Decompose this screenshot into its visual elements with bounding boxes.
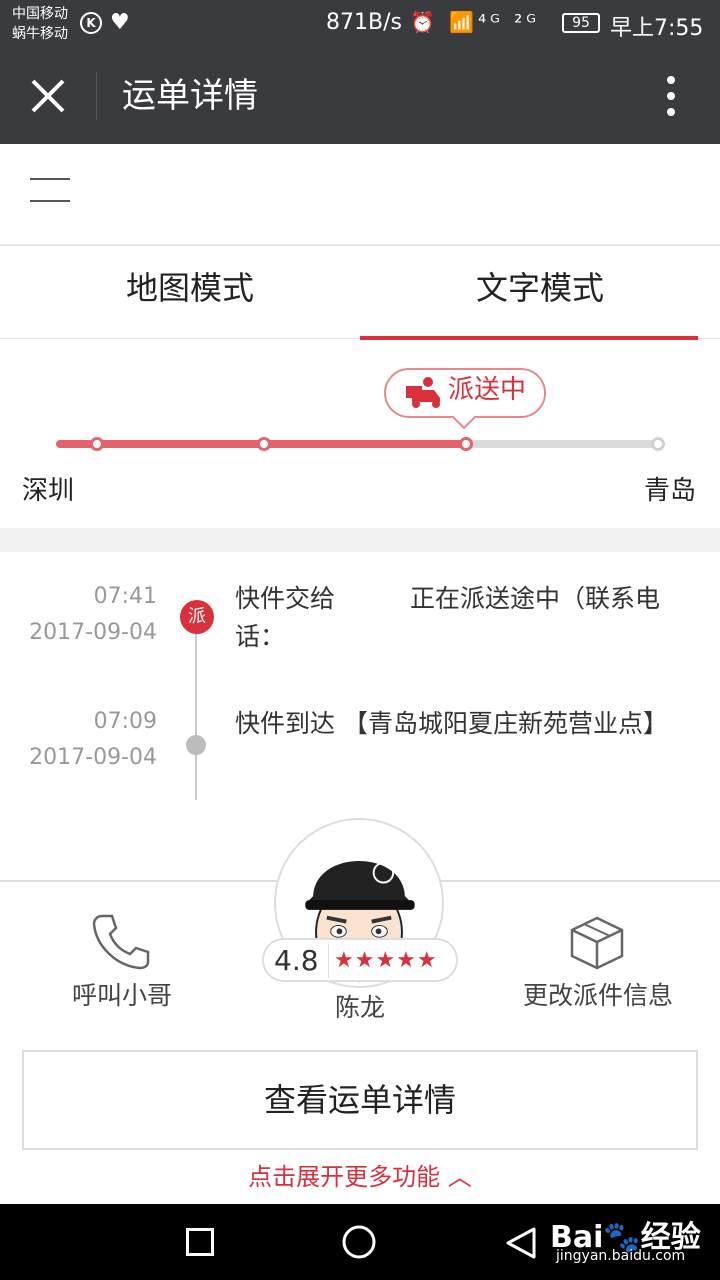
menu-icon[interactable] [30,178,70,206]
courier-name: 陈龙 [334,993,385,1022]
progress-node [90,437,104,451]
status-label: 派送中 [448,375,527,405]
call-courier-button[interactable]: 呼叫小哥 [62,976,182,1012]
delivery-scooter-icon [406,377,440,408]
star-icons: ★★★★★ [334,948,438,973]
destination-city: 青岛 [644,476,697,506]
package-box-icon[interactable] [568,914,626,970]
title-bar: 运单详情 [0,48,720,144]
health-icon: ♥ [110,10,130,35]
section-gap [0,528,720,552]
progress-node-current [459,437,473,451]
timeline-active-badge: 派 [180,600,214,634]
carrier-info: 中国移动 蜗牛移动 [12,4,68,44]
timeline-time: 07:41 [93,584,157,609]
title-divider [96,72,97,120]
phone-icon[interactable] [92,912,150,970]
back-icon[interactable] [504,1226,538,1260]
courier-rating: 4.8 ★★★★★ [262,938,458,982]
baidu-watermark-url: jingyan.baidu.com [556,1248,686,1264]
carrier-1: 中国移动 [12,6,68,22]
signal-icons: ⏰ 📶⁴ᴳ ²ᴳ [410,10,541,34]
progress-node [651,437,665,451]
home-icon[interactable] [342,1225,376,1259]
timeline-text: 快件交给 正在派送途中（联系电话： [235,584,661,651]
active-tab-indicator [360,336,698,340]
k-app-icon: K [80,12,102,34]
timeline-dot [186,735,206,755]
progress-node [257,437,271,451]
change-delivery-info-button[interactable]: 更改派件信息 [508,976,688,1012]
origin-city: 深圳 [22,476,75,506]
network-speed: 871B/s [326,10,402,35]
rating-divider [328,944,329,978]
tab-text-mode[interactable]: 文字模式 [360,246,720,338]
tab-map-mode[interactable]: 地图模式 [10,246,370,338]
timeline-time: 07:09 [93,709,157,734]
close-icon[interactable] [30,78,66,114]
view-waybill-details-button[interactable]: 查看运单详情 [22,1050,698,1150]
carrier-2: 蜗牛移动 [12,26,68,42]
timeline-text: 快件到达 【青岛城阳夏庄新苑营业点】 [235,709,668,738]
timeline-date: 2017-09-04 [29,745,157,770]
status-bar: 中国移动 蜗牛移动 K ♥ 871B/s ⏰ 📶⁴ᴳ ²ᴳ 95 早上7:55 [0,0,720,48]
more-options-icon[interactable] [664,76,678,120]
page-title: 运单详情 [122,76,258,116]
progress-track-remaining [466,440,660,448]
battery-icon: 95 [562,13,600,33]
rating-value: 4.8 [274,944,319,977]
timeline-date: 2017-09-04 [29,620,157,645]
expand-more-features-link[interactable]: 点击展开更多功能 ︿ [0,1160,720,1194]
recent-apps-icon[interactable] [186,1228,214,1256]
clock: 早上7:55 [610,16,704,41]
timeline-line [195,620,197,800]
